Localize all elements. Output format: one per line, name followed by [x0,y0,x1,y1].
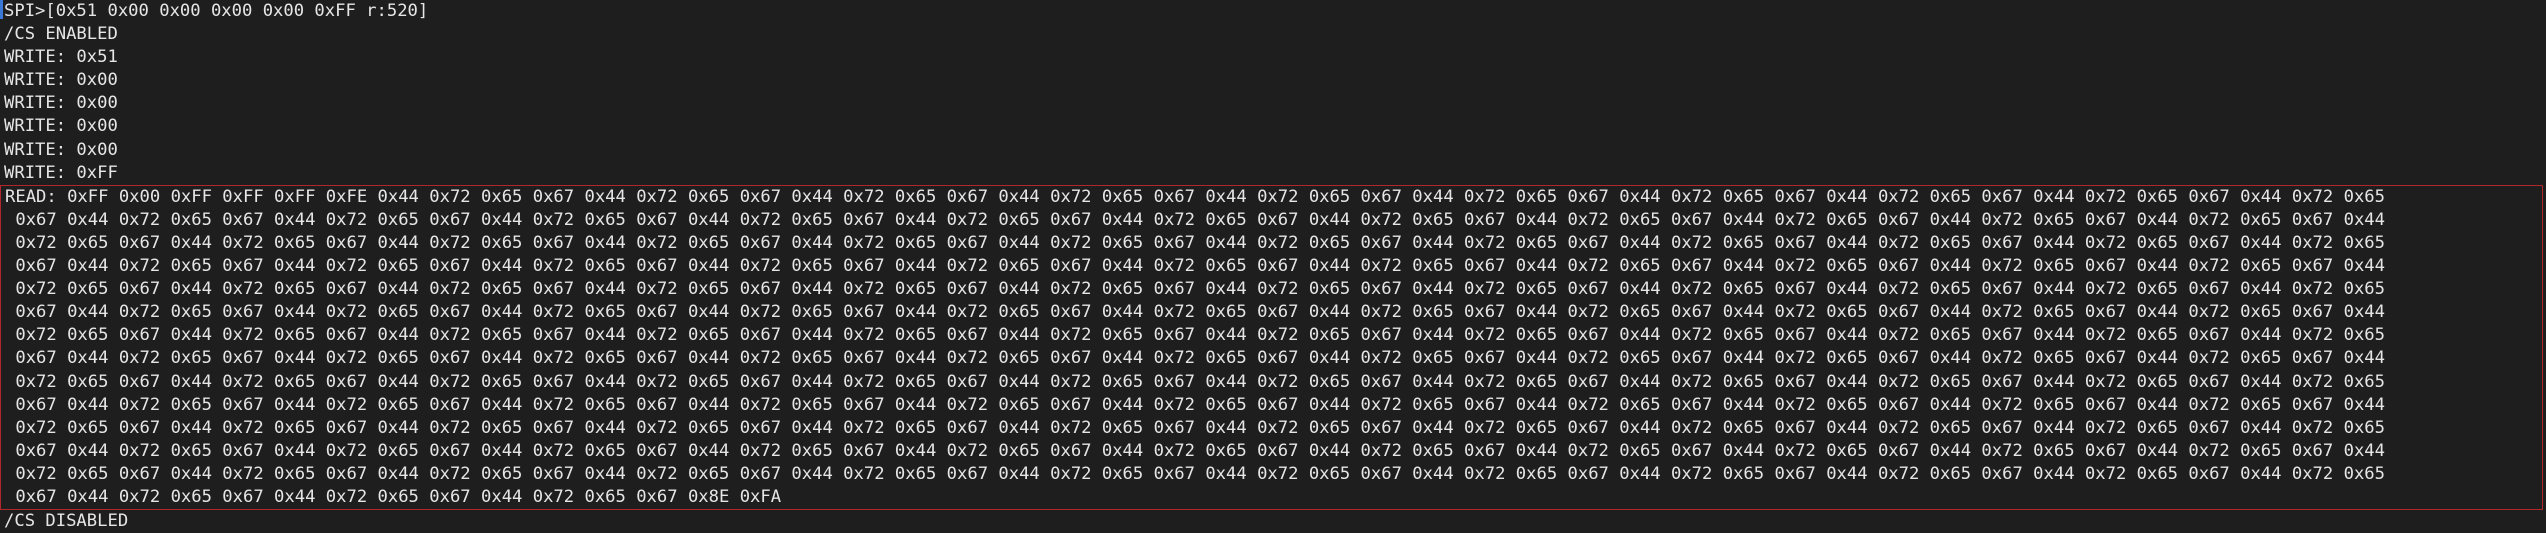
read-line: 0x67 0x44 0x72 0x65 0x67 0x44 0x72 0x65 … [5,256,2385,277]
read-line: 0x72 0x65 0x67 0x44 0x72 0x65 0x67 0x44 … [5,325,2385,346]
write-line: WRITE: 0x00 [4,93,118,114]
write-line: WRITE: 0x00 [4,70,118,91]
read-line: 0x72 0x65 0x67 0x44 0x72 0x65 0x67 0x44 … [5,417,2385,438]
cs-enabled-line: /CS ENABLED [4,24,118,45]
cs-disabled-line: /CS DISABLED [4,511,129,532]
read-line: READ: 0xFF 0x00 0xFF 0xFF 0xFF 0xFE 0x44… [5,186,2385,207]
read-line: 0x67 0x44 0x72 0x65 0x67 0x44 0x72 0x65 … [5,486,782,507]
read-output-highlight: READ: 0xFF 0x00 0xFF 0xFF 0xFF 0xFE 0x44… [0,184,2543,511]
read-line: 0x72 0x65 0x67 0x44 0x72 0x65 0x67 0x44 … [5,371,2385,392]
text-cursor [0,0,3,19]
read-line: 0x67 0x44 0x72 0x65 0x67 0x44 0x72 0x65 … [5,348,2385,369]
read-line: 0x67 0x44 0x72 0x65 0x67 0x44 0x72 0x65 … [5,302,2385,323]
read-line: 0x72 0x65 0x67 0x44 0x72 0x65 0x67 0x44 … [5,279,2385,300]
write-line: WRITE: 0x00 [4,116,118,137]
write-line: WRITE: 0x51 [4,47,118,68]
write-line: WRITE: 0xFF [4,162,118,183]
read-line: 0x67 0x44 0x72 0x65 0x67 0x44 0x72 0x65 … [5,209,2385,230]
read-line: 0x67 0x44 0x72 0x65 0x67 0x44 0x72 0x65 … [5,440,2385,461]
read-line: 0x72 0x65 0x67 0x44 0x72 0x65 0x67 0x44 … [5,463,2385,484]
read-line: 0x67 0x44 0x72 0x65 0x67 0x44 0x72 0x65 … [5,394,2385,415]
command-text: SPI>[0x51 0x00 0x00 0x00 0x00 0xFF r:520… [4,1,429,21]
terminal-output[interactable]: SPI>[0x51 0x00 0x00 0x00 0x00 0xFF r:520… [0,0,2546,531]
write-line: WRITE: 0x00 [4,139,118,160]
command-line: SPI>[0x51 0x00 0x00 0x00 0x00 0xFF r:520… [0,0,2546,23]
read-line: 0x72 0x65 0x67 0x44 0x72 0x65 0x67 0x44 … [5,232,2385,253]
